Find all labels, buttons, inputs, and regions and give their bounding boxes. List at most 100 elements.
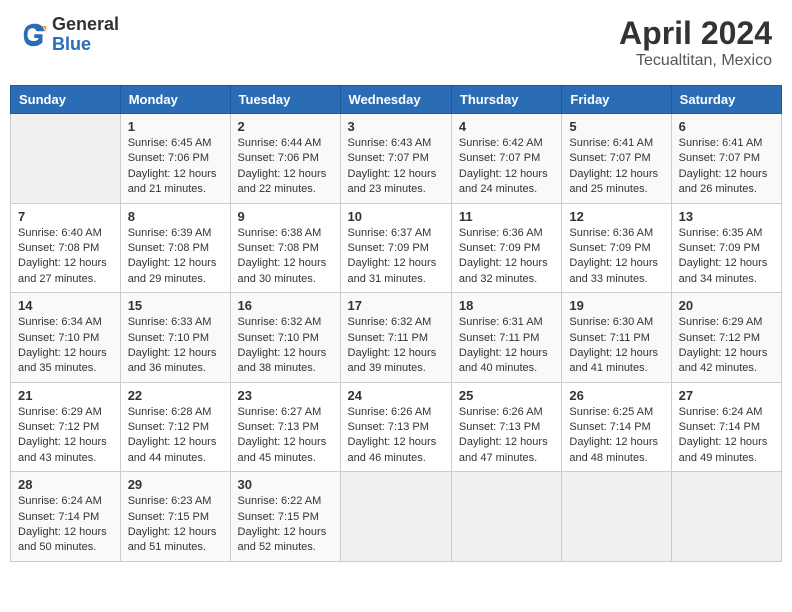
day-info: Sunrise: 6:36 AM Sunset: 7:09 PM Dayligh… [459,226,554,288]
calendar-cell: 5 Sunrise: 6:41 AM Sunset: 7:07 PM Daylig… [562,114,671,204]
calendar-cell: 24Sunrise: 6:26 AM Sunset: 7:13 PM Dayli… [340,382,451,472]
day-number: 29 [128,477,223,492]
day-number: 1 [128,119,223,134]
day-info: Sunrise: 6:27 AM Sunset: 7:13 PM Dayligh… [238,405,333,467]
day-info: Sunrise: 6:39 AM Sunset: 7:08 PM Dayligh… [128,226,223,288]
day-info: Sunrise: 6:25 AM Sunset: 7:14 PM Dayligh… [569,405,663,467]
calendar-cell: 30 Sunrise: 6:22 AM Sunset: 7:15 PM Dayli… [230,472,340,562]
day-info: Sunrise: 6:24 AM Sunset: 7:14 PM Dayligh… [18,494,113,556]
logo-general-text: General [52,15,119,35]
day-number: 21 [18,388,113,403]
location-title: Tecualtitan, Mexico [619,52,772,70]
day-header-saturday: Saturday [671,86,781,114]
day-number: 17 [348,298,444,313]
day-number: 27 [679,388,774,403]
logo-text: General Blue [52,15,119,55]
day-number: 28 [18,477,113,492]
day-header-sunday: Sunday [11,86,121,114]
day-info: Sunrise: 6:34 AM Sunset: 7:10 PM Dayligh… [18,315,113,377]
calendar-cell: 23Sunrise: 6:27 AM Sunset: 7:13 PM Dayli… [230,382,340,472]
day-header-monday: Monday [120,86,230,114]
calendar-cell: 1 Sunrise: 6:45 AM Sunset: 7:06 PM Daylig… [120,114,230,204]
calendar-cell [451,472,561,562]
calendar-cell: 14 Sunrise: 6:34 AM Sunset: 7:10 PM Dayli… [11,293,121,383]
day-info: Sunrise: 6:29 AM Sunset: 7:12 PM Dayligh… [18,405,113,467]
day-info: Sunrise: 6:45 AM Sunset: 7:06 PM Dayligh… [128,136,223,198]
calendar-cell: 26 Sunrise: 6:25 AM Sunset: 7:14 PM Dayli… [562,382,671,472]
day-number: 20 [679,298,774,313]
calendar-week-row: 1 Sunrise: 6:45 AM Sunset: 7:06 PM Daylig… [11,114,782,204]
logo: General Blue [20,15,119,55]
calendar-cell: 29 Sunrise: 6:23 AM Sunset: 7:15 PM Dayli… [120,472,230,562]
calendar-cell: 19 Sunrise: 6:30 AM Sunset: 7:11 PM Dayli… [562,293,671,383]
calendar-cell: 21 Sunrise: 6:29 AM Sunset: 7:12 PM Dayli… [11,382,121,472]
calendar-header-row: SundayMondayTuesdayWednesdayThursdayFrid… [11,86,782,114]
calendar-cell: 9Sunrise: 6:38 AM Sunset: 7:08 PM Daylig… [230,203,340,293]
day-info: Sunrise: 6:22 AM Sunset: 7:15 PM Dayligh… [238,494,333,556]
day-info: Sunrise: 6:41 AM Sunset: 7:07 PM Dayligh… [569,136,663,198]
calendar-cell: 13Sunrise: 6:35 AM Sunset: 7:09 PM Dayli… [671,203,781,293]
day-number: 12 [569,209,663,224]
day-info: Sunrise: 6:23 AM Sunset: 7:15 PM Dayligh… [128,494,223,556]
logo-icon [20,20,50,50]
day-info: Sunrise: 6:24 AM Sunset: 7:14 PM Dayligh… [679,405,774,467]
day-header-tuesday: Tuesday [230,86,340,114]
calendar-cell: 16 Sunrise: 6:32 AM Sunset: 7:10 PM Dayli… [230,293,340,383]
calendar-cell: 7 Sunrise: 6:40 AM Sunset: 7:08 PM Daylig… [11,203,121,293]
day-number: 2 [238,119,333,134]
calendar-cell: 4Sunrise: 6:42 AM Sunset: 7:07 PM Daylig… [451,114,561,204]
day-info: Sunrise: 6:32 AM Sunset: 7:10 PM Dayligh… [238,315,333,377]
day-number: 11 [459,209,554,224]
day-number: 26 [569,388,663,403]
day-number: 15 [128,298,223,313]
day-number: 19 [569,298,663,313]
day-info: Sunrise: 6:31 AM Sunset: 7:11 PM Dayligh… [459,315,554,377]
day-info: Sunrise: 6:33 AM Sunset: 7:10 PM Dayligh… [128,315,223,377]
calendar-week-row: 21 Sunrise: 6:29 AM Sunset: 7:12 PM Dayli… [11,382,782,472]
calendar-week-row: 28 Sunrise: 6:24 AM Sunset: 7:14 PM Dayli… [11,472,782,562]
month-title: April 2024 [619,15,772,52]
day-number: 16 [238,298,333,313]
day-info: Sunrise: 6:35 AM Sunset: 7:09 PM Dayligh… [679,226,774,288]
day-info: Sunrise: 6:43 AM Sunset: 7:07 PM Dayligh… [348,136,444,198]
day-number: 22 [128,388,223,403]
calendar-week-row: 7 Sunrise: 6:40 AM Sunset: 7:08 PM Daylig… [11,203,782,293]
calendar-cell: 6Sunrise: 6:41 AM Sunset: 7:07 PM Daylig… [671,114,781,204]
calendar-cell: 12 Sunrise: 6:36 AM Sunset: 7:09 PM Dayli… [562,203,671,293]
day-info: Sunrise: 6:30 AM Sunset: 7:11 PM Dayligh… [569,315,663,377]
day-number: 10 [348,209,444,224]
calendar-cell [11,114,121,204]
day-number: 8 [128,209,223,224]
day-info: Sunrise: 6:32 AM Sunset: 7:11 PM Dayligh… [348,315,444,377]
day-number: 7 [18,209,113,224]
day-info: Sunrise: 6:42 AM Sunset: 7:07 PM Dayligh… [459,136,554,198]
day-number: 3 [348,119,444,134]
calendar-cell: 27 Sunrise: 6:24 AM Sunset: 7:14 PM Dayli… [671,382,781,472]
calendar-cell: 22Sunrise: 6:28 AM Sunset: 7:12 PM Dayli… [120,382,230,472]
day-number: 14 [18,298,113,313]
day-header-friday: Friday [562,86,671,114]
day-number: 25 [459,388,554,403]
calendar-cell: 10 Sunrise: 6:37 AM Sunset: 7:09 PM Dayli… [340,203,451,293]
page-header: General Blue April 2024 Tecualtitan, Mex… [10,10,782,75]
calendar-cell [671,472,781,562]
day-info: Sunrise: 6:29 AM Sunset: 7:12 PM Dayligh… [679,315,774,377]
day-number: 5 [569,119,663,134]
day-info: Sunrise: 6:44 AM Sunset: 7:06 PM Dayligh… [238,136,333,198]
calendar-cell: 11 Sunrise: 6:36 AM Sunset: 7:09 PM Dayli… [451,203,561,293]
day-info: Sunrise: 6:37 AM Sunset: 7:09 PM Dayligh… [348,226,444,288]
calendar-cell: 3 Sunrise: 6:43 AM Sunset: 7:07 PM Daylig… [340,114,451,204]
day-info: Sunrise: 6:40 AM Sunset: 7:08 PM Dayligh… [18,226,113,288]
day-number: 18 [459,298,554,313]
calendar-table: SundayMondayTuesdayWednesdayThursdayFrid… [10,85,782,562]
logo-blue-text: Blue [52,35,119,55]
day-header-wednesday: Wednesday [340,86,451,114]
day-header-thursday: Thursday [451,86,561,114]
day-number: 30 [238,477,333,492]
calendar-cell: 8 Sunrise: 6:39 AM Sunset: 7:08 PM Daylig… [120,203,230,293]
day-number: 9 [238,209,333,224]
calendar-cell: 28 Sunrise: 6:24 AM Sunset: 7:14 PM Dayli… [11,472,121,562]
day-info: Sunrise: 6:36 AM Sunset: 7:09 PM Dayligh… [569,226,663,288]
calendar-cell [562,472,671,562]
calendar-cell: 25Sunrise: 6:26 AM Sunset: 7:13 PM Dayli… [451,382,561,472]
